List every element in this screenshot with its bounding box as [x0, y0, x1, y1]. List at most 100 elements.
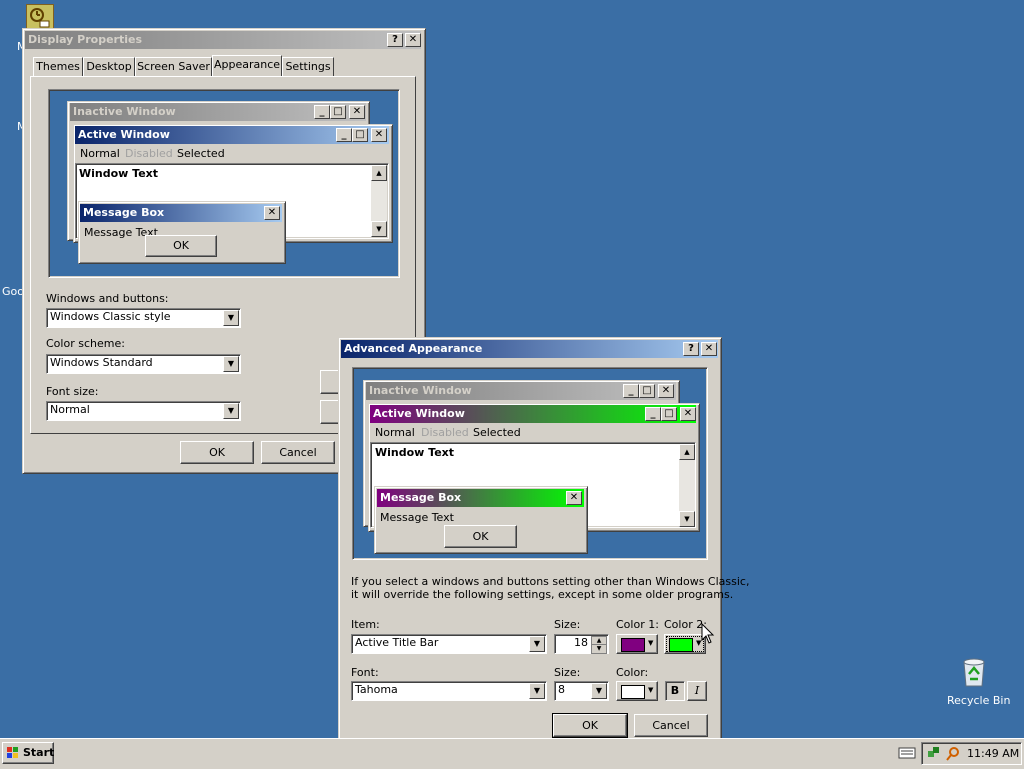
font-size-label: Size: — [554, 666, 581, 679]
close-icon: ✕ — [658, 384, 674, 398]
minimize-icon: _ — [314, 105, 330, 119]
size-spinner[interactable]: 18 ▲ ▼ — [554, 634, 609, 654]
preview-message-titlebar: Message Box — [80, 204, 282, 222]
keyboard-icon[interactable] — [898, 746, 916, 760]
minimize-icon: _ — [645, 407, 661, 421]
chevron-down-icon[interactable]: ▼ — [223, 403, 239, 419]
ok-button[interactable]: OK — [180, 441, 254, 464]
start-label: Start — [23, 746, 55, 759]
cancel-button[interactable]: Cancel — [261, 441, 335, 464]
adv-menu-selected: Selected — [473, 426, 521, 439]
info-line-1: If you select a windows and buttons sett… — [351, 575, 750, 588]
color1-swatch — [621, 638, 645, 652]
color-scheme-select[interactable]: Windows Standard ▼ — [46, 354, 241, 374]
color-scheme-label: Color scheme: — [46, 337, 125, 350]
preview-window-text: Window Text — [79, 167, 159, 180]
chevron-down-icon: ▼ — [648, 686, 654, 694]
clock[interactable]: 11:49 AM — [967, 747, 1019, 760]
maximize-icon: □ — [661, 407, 677, 421]
scroll-down-icon: ▼ — [679, 511, 695, 527]
scroll-up-icon: ▲ — [679, 444, 695, 460]
clock-icon — [30, 8, 50, 28]
close-icon: ✕ — [264, 206, 280, 220]
close-button[interactable]: ✕ — [405, 33, 421, 47]
close-icon: ✕ — [680, 407, 696, 421]
recycle-bin-icon — [963, 658, 985, 687]
adv-menu-disabled: Disabled — [421, 426, 469, 439]
menu-disabled: Disabled — [125, 147, 173, 160]
font-color-swatch — [621, 685, 645, 699]
search-icon[interactable] — [945, 746, 961, 762]
preview-active-title: Active Window — [78, 128, 170, 141]
bold-button[interactable]: B — [665, 681, 685, 701]
maximize-icon: □ — [352, 128, 368, 142]
display-properties-titlebar[interactable]: Display Properties — [25, 31, 421, 49]
font-size-label: Font size: — [46, 385, 99, 398]
windows-buttons-value: Windows Classic style — [50, 310, 171, 323]
adv-ok-button[interactable]: OK — [552, 713, 628, 738]
adv-preview-ok-button: OK — [444, 525, 517, 548]
mouse-cursor-icon — [701, 623, 715, 644]
font-size-select[interactable]: Normal ▼ — [46, 401, 241, 421]
chevron-down-icon[interactable]: ▼ — [591, 683, 607, 699]
color2-button[interactable]: ▼ — [664, 634, 706, 654]
preview-ok-button: OK — [145, 235, 217, 257]
preview-message-title: Message Box — [83, 206, 165, 219]
item-value: Active Title Bar — [355, 636, 439, 649]
size-value: 18 — [574, 636, 588, 649]
adv-cancel-button[interactable]: Cancel — [634, 714, 708, 737]
advanced-appearance-titlebar[interactable]: Advanced Appearance — [341, 340, 718, 358]
chevron-down-icon[interactable]: ▼ — [529, 636, 545, 652]
tab-themes[interactable]: Themes — [33, 57, 83, 77]
help-button[interactable]: ? — [387, 33, 403, 47]
font-color-label: Color: — [616, 666, 649, 679]
scroll-down-icon: ▼ — [371, 221, 387, 237]
font-color-button[interactable]: ▼ — [616, 681, 658, 701]
windows-buttons-select[interactable]: Windows Classic style ▼ — [46, 308, 241, 328]
preview-inactive-title: Inactive Window — [73, 105, 176, 118]
windows-buttons-label: Windows and buttons: — [46, 292, 169, 305]
adv-preview-active-title: Active Window — [373, 407, 465, 420]
font-value: Tahoma — [355, 683, 398, 696]
chevron-down-icon: ▼ — [648, 639, 654, 647]
chevron-down-icon[interactable]: ▼ — [529, 683, 545, 699]
size-label: Size: — [554, 618, 581, 631]
adv-preview-message-title: Message Box — [380, 491, 462, 504]
advanced-appearance-title: Advanced Appearance — [344, 342, 483, 355]
tab-settings[interactable]: Settings — [282, 57, 334, 77]
close-icon: ✕ — [566, 491, 582, 505]
close-icon: ✕ — [349, 105, 365, 119]
font-select[interactable]: Tahoma ▼ — [351, 681, 547, 701]
item-select[interactable]: Active Title Bar ▼ — [351, 634, 547, 654]
adv-preview-window-text: Window Text — [375, 446, 455, 459]
info-line-2: it will override the following settings,… — [351, 588, 734, 601]
chevron-down-icon[interactable]: ▼ — [223, 356, 239, 372]
adv-preview-inactive-title: Inactive Window — [369, 384, 472, 397]
help-button[interactable]: ? — [683, 342, 699, 356]
color-scheme-value: Windows Standard — [50, 356, 153, 369]
font-size-select[interactable]: 8 ▼ — [554, 681, 609, 701]
menu-selected: Selected — [177, 147, 225, 160]
desktop-label-3: Goo — [2, 285, 24, 298]
close-icon: ✕ — [371, 128, 387, 142]
tab-desktop[interactable]: Desktop — [83, 57, 135, 77]
start-button[interactable]: Start — [2, 742, 54, 764]
color1-button[interactable]: ▼ — [616, 634, 658, 654]
spin-down-icon[interactable]: ▼ — [591, 644, 607, 654]
tab-screen-saver[interactable]: Screen Saver — [135, 57, 212, 77]
adv-preview-message-titlebar: Message Box — [377, 489, 584, 507]
tab-appearance[interactable]: Appearance — [212, 55, 282, 77]
italic-button[interactable]: I — [687, 681, 707, 701]
minimize-icon: _ — [623, 384, 639, 398]
recycle-bin[interactable]: Recycle Bin — [944, 656, 1010, 712]
item-label: Item: — [351, 618, 380, 631]
taskbar — [0, 738, 1024, 769]
maximize-icon: □ — [639, 384, 655, 398]
close-button[interactable]: ✕ — [701, 342, 717, 356]
network-icon[interactable] — [927, 746, 941, 760]
minimize-icon: _ — [336, 128, 352, 142]
font-label: Font: — [351, 666, 379, 679]
chevron-down-icon[interactable]: ▼ — [223, 310, 239, 326]
windows-logo-icon — [7, 747, 18, 758]
adv-menu-normal: Normal — [375, 426, 415, 439]
